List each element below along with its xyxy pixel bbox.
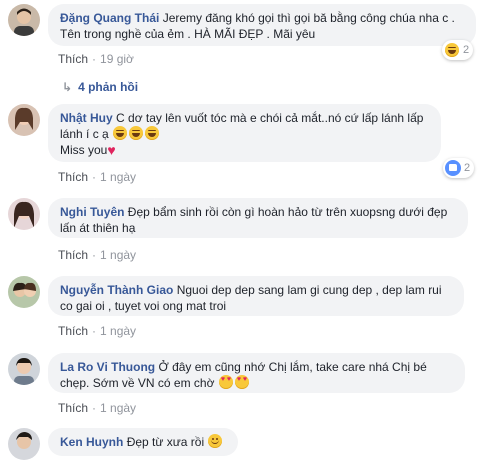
- avatar[interactable]: [8, 4, 40, 36]
- laugh-emoji-icon: [145, 126, 160, 140]
- comment-time[interactable]: 1 ngày: [100, 170, 136, 184]
- comment-text-line2: Miss you: [60, 143, 108, 157]
- comment-bubble: La Ro Vi Thuong Ở đây em cũng nhớ Chị lắ…: [48, 353, 465, 393]
- comment-author[interactable]: La Ro Vi Thuong: [60, 360, 155, 374]
- like-icon: [445, 160, 461, 176]
- comment-actions: Thích · 19 giờ: [58, 52, 134, 66]
- comment-actions: Thích · 1 ngày: [58, 248, 136, 262]
- like-link[interactable]: Thích: [58, 401, 88, 415]
- like-link[interactable]: Thích: [58, 52, 88, 66]
- comment-time[interactable]: 1 ngày: [100, 324, 136, 338]
- avatar[interactable]: [8, 104, 40, 136]
- laugh-emoji-icon: [129, 126, 144, 140]
- comment-text: Đẹp từ xưa rồi: [126, 435, 205, 449]
- comment-bubble: Ken Huynh Đẹp từ xưa rồi: [48, 428, 238, 456]
- comment-actions: Thích · 1 ngày: [58, 170, 136, 184]
- comment-author[interactable]: Nguyễn Thành Giao: [60, 283, 173, 297]
- avatar[interactable]: [8, 353, 40, 385]
- avatar[interactable]: [8, 198, 40, 230]
- separator-dot: ·: [92, 324, 97, 338]
- comment-author[interactable]: Đặng Quang Thái: [60, 11, 159, 25]
- heart-eyes-emoji-icon: [218, 375, 233, 389]
- separator-dot: ·: [92, 52, 97, 66]
- comment-bubble: Nguyễn Thành Giao Nguoi dep dep sang lam…: [48, 276, 464, 316]
- reaction-count: 2: [463, 44, 470, 56]
- comment-actions: Thích · 1 ngày: [58, 401, 136, 415]
- reaction-summary[interactable]: 2: [443, 158, 475, 178]
- view-replies-link[interactable]: ↳ 4 phản hồi: [62, 80, 138, 94]
- laugh-emoji-icon: [445, 43, 459, 57]
- like-link[interactable]: Thích: [58, 248, 88, 262]
- comment-bubble: Nhật Huy C dơ tay lên vuốt tóc mà e chói…: [48, 104, 441, 162]
- separator-dot: ·: [92, 248, 97, 262]
- smile-emoji-icon: [208, 434, 223, 448]
- comment-actions: Thích · 1 ngày: [58, 324, 136, 338]
- reply-arrow-icon: ↳: [62, 80, 73, 94]
- comment-time[interactable]: 19 giờ: [100, 52, 134, 66]
- like-link[interactable]: Thích: [58, 170, 88, 184]
- reaction-summary[interactable]: 2: [442, 40, 474, 60]
- laugh-emoji-icon: [113, 126, 128, 140]
- separator-dot: ·: [92, 401, 97, 415]
- reaction-count: 2: [464, 162, 471, 174]
- replies-count[interactable]: 4 phản hồi: [78, 80, 138, 94]
- comment-time[interactable]: 1 ngày: [100, 401, 136, 415]
- comment-author[interactable]: Ken Huynh: [60, 435, 123, 449]
- separator-dot: ·: [92, 170, 97, 184]
- avatar[interactable]: [8, 428, 40, 460]
- comment-time[interactable]: 1 ngày: [100, 248, 136, 262]
- comment-bubble: Đặng Quang Thái Jeremy đăng khó gọi thì …: [48, 4, 476, 46]
- like-link[interactable]: Thích: [58, 324, 88, 338]
- heart-eyes-emoji-icon: [234, 375, 249, 389]
- comment-author[interactable]: Nghi Tuyên: [60, 205, 124, 219]
- comment-bubble: Nghi Tuyên Đẹp bẩm sinh rồi còn gì hoàn …: [48, 198, 468, 238]
- avatar[interactable]: [8, 276, 40, 308]
- heart-icon: ♥: [107, 142, 116, 158]
- comment-author[interactable]: Nhật Huy: [60, 111, 113, 125]
